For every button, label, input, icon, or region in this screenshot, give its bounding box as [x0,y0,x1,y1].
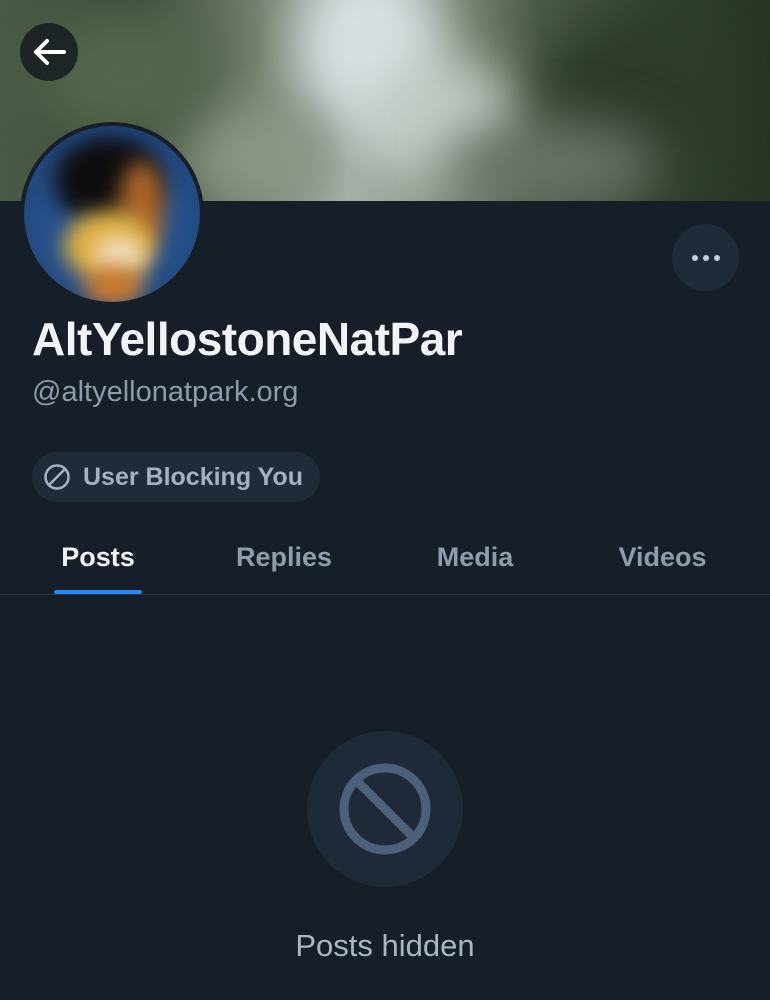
tab-label: Replies [235,541,333,572]
empty-state-icon-container [307,731,463,887]
avatar[interactable] [20,122,204,306]
tab-label: Posts [61,541,135,572]
tab-posts[interactable]: Posts [28,520,168,594]
empty-state-message: Posts hidden [295,928,475,963]
avatar-image [24,126,200,302]
tab-replies[interactable]: Replies [204,520,364,594]
more-options-button[interactable] [672,224,739,291]
active-tab-indicator [54,590,142,594]
tab-videos[interactable]: Videos [585,520,740,594]
tab-media[interactable]: Media [400,520,550,594]
tab-label: Videos [618,541,707,572]
prohibited-icon [44,464,70,490]
display-name: AltYellostoneNatPar [32,313,463,365]
back-button[interactable] [20,23,78,81]
tab-label: Media [436,541,514,572]
profile-tabs: Posts Replies Media Videos [0,520,770,595]
user-handle: @altyellonatpark.org [32,376,299,408]
blocking-status-label: User Blocking You [83,462,303,491]
arrow-left-icon [34,39,66,65]
ellipsis-horizontal-icon [691,254,720,261]
blocking-status-badge[interactable]: User Blocking You [32,452,320,502]
prohibited-icon [339,763,431,855]
